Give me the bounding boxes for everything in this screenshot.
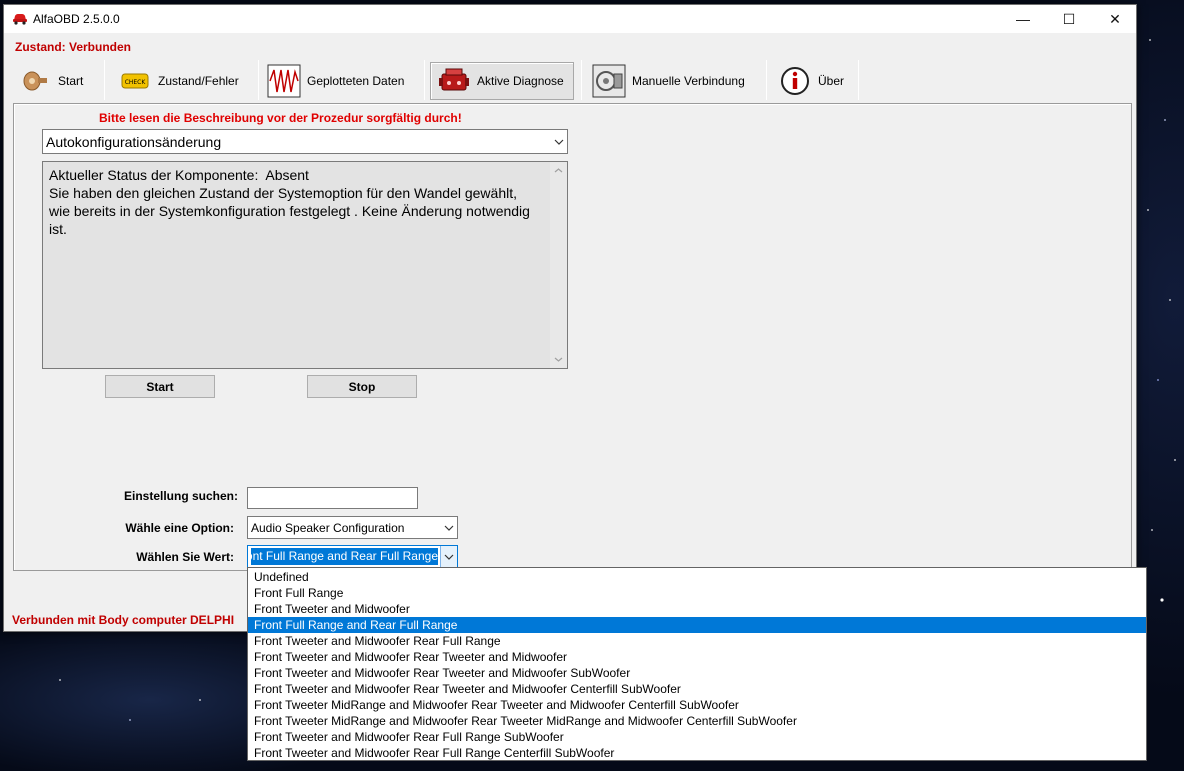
waveform-plot-icon xyxy=(267,64,301,98)
toolbar-about[interactable]: Über xyxy=(778,62,852,100)
toolbar-status-errors-label: Zustand/Fehler xyxy=(158,74,239,88)
chevron-down-icon xyxy=(440,517,457,538)
minimize-button[interactable]: — xyxy=(1000,5,1046,33)
option-select[interactable]: Audio Speaker Configuration xyxy=(247,516,458,539)
status-text: Aktueller Status der Komponente: Absent … xyxy=(49,167,530,237)
engine-icon xyxy=(437,64,471,98)
search-setting-label: Einstellung suchen: xyxy=(123,489,238,503)
toolbar: Start CHECK Zustand/Fehler Geplotteten D… xyxy=(4,58,1136,102)
ignition-key-icon xyxy=(18,64,52,98)
toolbar-separator xyxy=(424,60,425,100)
connection-status: Zustand: Verbunden xyxy=(15,40,132,54)
minimize-icon: — xyxy=(1016,11,1030,27)
dropdown-option[interactable]: Front Tweeter MidRange and Midwoofer Rea… xyxy=(248,697,1146,713)
toolbar-manual-connection-label: Manuelle Verbindung xyxy=(632,74,745,88)
dropdown-option[interactable]: Front Tweeter and Midwoofer Rear Full Ra… xyxy=(248,745,1146,761)
toolbar-active-diagnosis-label: Aktive Diagnose xyxy=(477,74,564,88)
bottom-status-bar: Verbunden mit Body computer DELPHI xyxy=(12,613,235,627)
toolbar-separator xyxy=(858,60,859,100)
window-title: AlfaOBD 2.5.0.0 xyxy=(33,12,120,26)
app-window: AlfaOBD 2.5.0.0 — ☐ ✕ Zustand: Verbunden… xyxy=(3,4,1137,632)
close-button[interactable]: ✕ xyxy=(1092,5,1138,33)
chevron-down-icon xyxy=(550,130,567,153)
search-setting-input[interactable] xyxy=(247,487,418,509)
toolbar-start-label: Start xyxy=(58,74,84,88)
procedure-select[interactable]: Autokonfigurationsänderung xyxy=(42,129,568,154)
value-select[interactable]: Front Full Range and Rear Full Range xyxy=(247,545,458,568)
toolbar-separator xyxy=(104,60,105,100)
dropdown-option[interactable]: Front Tweeter and Midwoofer Rear Tweeter… xyxy=(248,649,1146,665)
dropdown-option[interactable]: Front Tweeter and Midwoofer Rear Full Ra… xyxy=(248,633,1146,649)
svg-text:CHECK: CHECK xyxy=(125,79,147,86)
dropdown-option[interactable]: Front Tweeter and Midwoofer xyxy=(248,601,1146,617)
toolbar-status-errors[interactable]: CHECK Zustand/Fehler xyxy=(118,62,254,100)
procedure-select-value: Autokonfigurationsänderung xyxy=(46,133,222,150)
toolbar-start[interactable]: Start xyxy=(18,62,98,100)
option-label: Wähle eine Option: xyxy=(125,521,234,535)
dropdown-option[interactable]: Front Tweeter MidRange and Midwoofer Rea… xyxy=(248,713,1146,729)
dropdown-option[interactable]: Undefined xyxy=(248,569,1146,585)
info-icon xyxy=(778,64,812,98)
scroll-down-icon[interactable] xyxy=(550,351,567,368)
maximize-icon: ☐ xyxy=(1062,10,1076,27)
value-dropdown-list[interactable]: Undefined Front Full Range Front Tweeter… xyxy=(247,567,1147,761)
toolbar-plotted-data[interactable]: Geplotteten Daten xyxy=(267,62,419,100)
stop-button[interactable]: Stop xyxy=(307,375,417,398)
title-bar[interactable]: AlfaOBD 2.5.0.0 — ☐ ✕ xyxy=(4,5,1136,33)
maximize-button[interactable]: ☐ xyxy=(1046,5,1092,33)
toolbar-about-label: Über xyxy=(818,74,845,88)
manual-connection-icon xyxy=(592,64,626,98)
scroll-up-icon[interactable] xyxy=(550,162,567,179)
vertical-scrollbar[interactable] xyxy=(550,162,567,368)
dropdown-option[interactable]: Front Full Range xyxy=(248,585,1146,601)
dropdown-option[interactable]: Front Tweeter and Midwoofer Rear Full Ra… xyxy=(248,729,1146,745)
car-icon xyxy=(13,14,27,25)
procedure-warning: Bitte lesen die Beschreibung vor der Pro… xyxy=(99,111,462,125)
toolbar-separator xyxy=(581,60,582,100)
check-engine-icon: CHECK xyxy=(118,64,152,98)
value-select-value: Front Full Range and Rear Full Range xyxy=(251,548,438,565)
value-label: Wählen Sie Wert: xyxy=(136,550,234,564)
dropdown-option[interactable]: Front Tweeter and Midwoofer Rear Tweeter… xyxy=(248,665,1146,681)
toolbar-plotted-data-label: Geplotteten Daten xyxy=(307,74,405,88)
toolbar-manual-connection[interactable]: Manuelle Verbindung xyxy=(592,62,762,100)
toolbar-active-diagnosis[interactable]: Aktive Diagnose xyxy=(430,62,574,100)
option-select-value: Audio Speaker Configuration xyxy=(251,520,405,535)
chevron-down-icon[interactable] xyxy=(440,546,457,567)
toolbar-separator xyxy=(258,60,259,100)
dropdown-option[interactable]: Front Tweeter and Midwoofer Rear Tweeter… xyxy=(248,681,1146,697)
status-text-area[interactable]: Aktueller Status der Komponente: Absent … xyxy=(42,161,568,369)
close-icon: ✕ xyxy=(1109,10,1121,27)
dropdown-option-selected[interactable]: Front Full Range and Rear Full Range xyxy=(248,617,1146,633)
toolbar-separator xyxy=(766,60,767,100)
start-button[interactable]: Start xyxy=(105,375,215,398)
